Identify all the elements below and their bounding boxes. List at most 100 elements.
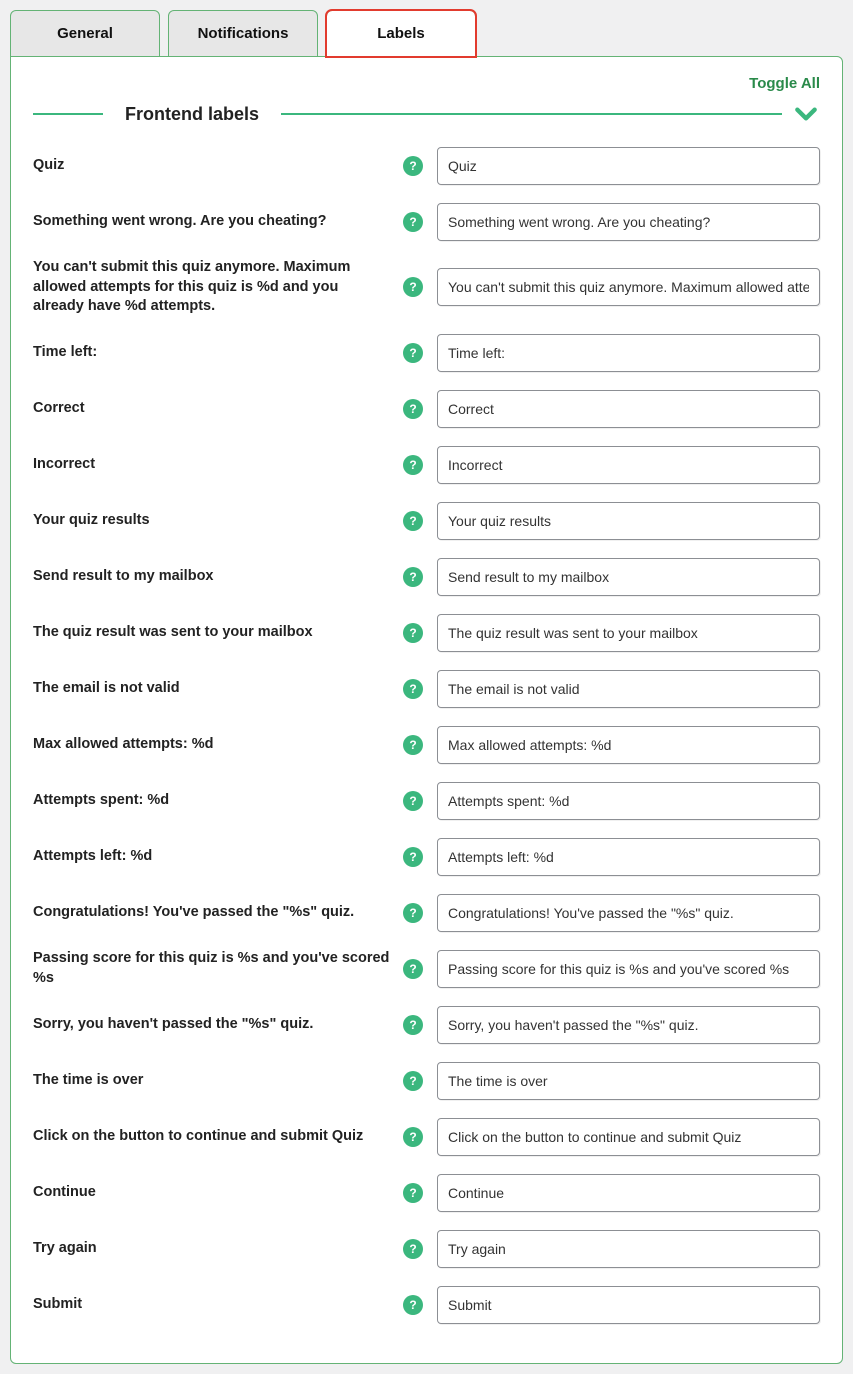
label-input[interactable] bbox=[437, 446, 820, 484]
help-icon[interactable]: ? bbox=[403, 735, 423, 755]
divider-right bbox=[281, 113, 782, 115]
label-row: You can't submit this quiz anymore. Maxi… bbox=[33, 258, 820, 317]
label-text: Passing score for this quiz is %s and yo… bbox=[33, 949, 393, 988]
label-row: Try again? bbox=[33, 1229, 820, 1269]
labels-list: Quiz? Something went wrong. Are you cheat… bbox=[33, 146, 820, 1325]
label-input-wrap bbox=[437, 670, 820, 708]
label-input[interactable] bbox=[437, 950, 820, 988]
label-input[interactable] bbox=[437, 1118, 820, 1156]
label-input-wrap bbox=[437, 1286, 820, 1324]
label-row: Incorrect? bbox=[33, 445, 820, 485]
label-text: Send result to my mailbox bbox=[33, 567, 393, 587]
label-input-wrap bbox=[437, 1062, 820, 1100]
label-text: Something went wrong. Are you cheating? bbox=[33, 212, 393, 232]
label-input-wrap bbox=[437, 558, 820, 596]
help-icon[interactable]: ? bbox=[403, 1015, 423, 1035]
label-text: Submit bbox=[33, 1295, 393, 1315]
tab-labels[interactable]: Labels bbox=[326, 10, 476, 57]
divider-left bbox=[33, 113, 103, 115]
label-text: Attempts spent: %d bbox=[33, 791, 393, 811]
label-text: Try again bbox=[33, 1239, 393, 1259]
label-input-wrap bbox=[437, 1230, 820, 1268]
help-icon[interactable]: ? bbox=[403, 1239, 423, 1259]
label-input[interactable] bbox=[437, 1062, 820, 1100]
label-input[interactable] bbox=[437, 726, 820, 764]
section-header: Frontend labels bbox=[33, 100, 820, 128]
label-input[interactable] bbox=[437, 1174, 820, 1212]
label-text: Quiz bbox=[33, 156, 393, 176]
label-text: Continue bbox=[33, 1183, 393, 1203]
label-row: Submit? bbox=[33, 1285, 820, 1325]
label-input[interactable] bbox=[437, 558, 820, 596]
label-input-wrap bbox=[437, 1174, 820, 1212]
help-icon[interactable]: ? bbox=[403, 959, 423, 979]
label-row: Attempts spent: %d? bbox=[33, 781, 820, 821]
label-input[interactable] bbox=[437, 1006, 820, 1044]
label-input[interactable] bbox=[437, 1230, 820, 1268]
label-input-wrap bbox=[437, 147, 820, 185]
label-input[interactable] bbox=[437, 203, 820, 241]
label-row: Time left:? bbox=[33, 333, 820, 373]
label-row: Sorry, you haven't passed the "%s" quiz.… bbox=[33, 1005, 820, 1045]
help-icon[interactable]: ? bbox=[403, 212, 423, 232]
chevron-down-icon bbox=[793, 101, 819, 127]
label-row: Passing score for this quiz is %s and yo… bbox=[33, 949, 820, 989]
section-title: Frontend labels bbox=[103, 104, 281, 125]
help-icon[interactable]: ? bbox=[403, 623, 423, 643]
help-icon[interactable]: ? bbox=[403, 343, 423, 363]
help-icon[interactable]: ? bbox=[403, 1071, 423, 1091]
label-row: Max allowed attempts: %d? bbox=[33, 725, 820, 765]
label-input-wrap bbox=[437, 334, 820, 372]
section-toggle[interactable] bbox=[792, 100, 820, 128]
label-text: Max allowed attempts: %d bbox=[33, 735, 393, 755]
label-text: Click on the button to continue and subm… bbox=[33, 1127, 393, 1147]
help-icon[interactable]: ? bbox=[403, 679, 423, 699]
label-row: Click on the button to continue and subm… bbox=[33, 1117, 820, 1157]
help-icon[interactable]: ? bbox=[403, 156, 423, 176]
label-text: Time left: bbox=[33, 343, 393, 363]
help-icon[interactable]: ? bbox=[403, 567, 423, 587]
label-text: Your quiz results bbox=[33, 511, 393, 531]
label-input[interactable] bbox=[437, 894, 820, 932]
toggle-all-button[interactable]: Toggle All bbox=[33, 71, 820, 96]
label-row: Your quiz results? bbox=[33, 501, 820, 541]
help-icon[interactable]: ? bbox=[403, 399, 423, 419]
label-input-wrap bbox=[437, 502, 820, 540]
help-icon[interactable]: ? bbox=[403, 1127, 423, 1147]
label-input[interactable] bbox=[437, 782, 820, 820]
label-input[interactable] bbox=[437, 334, 820, 372]
label-row: Congratulations! You've passed the "%s" … bbox=[33, 893, 820, 933]
label-input-wrap bbox=[437, 1006, 820, 1044]
label-text: The quiz result was sent to your mailbox bbox=[33, 623, 393, 643]
label-input[interactable] bbox=[437, 1286, 820, 1324]
help-icon[interactable]: ? bbox=[403, 277, 423, 297]
label-text: The time is over bbox=[33, 1071, 393, 1091]
label-input-wrap bbox=[437, 838, 820, 876]
label-text: Sorry, you haven't passed the "%s" quiz. bbox=[33, 1015, 393, 1035]
label-input-wrap bbox=[437, 1118, 820, 1156]
label-input[interactable] bbox=[437, 268, 820, 306]
tabs-bar: General Notifications Labels bbox=[10, 10, 843, 56]
help-icon[interactable]: ? bbox=[403, 847, 423, 867]
tab-general[interactable]: General bbox=[10, 10, 160, 57]
tab-notifications[interactable]: Notifications bbox=[168, 10, 318, 57]
label-row: The quiz result was sent to your mailbox… bbox=[33, 613, 820, 653]
label-row: Continue? bbox=[33, 1173, 820, 1213]
label-text: Incorrect bbox=[33, 455, 393, 475]
label-input[interactable] bbox=[437, 390, 820, 428]
label-row: The time is over? bbox=[33, 1061, 820, 1101]
label-input[interactable] bbox=[437, 502, 820, 540]
label-input[interactable] bbox=[437, 614, 820, 652]
help-icon[interactable]: ? bbox=[403, 903, 423, 923]
help-icon[interactable]: ? bbox=[403, 1183, 423, 1203]
help-icon[interactable]: ? bbox=[403, 1295, 423, 1315]
label-text: The email is not valid bbox=[33, 679, 393, 699]
label-input[interactable] bbox=[437, 838, 820, 876]
label-input[interactable] bbox=[437, 670, 820, 708]
help-icon[interactable]: ? bbox=[403, 791, 423, 811]
label-input[interactable] bbox=[437, 147, 820, 185]
tab-panel-labels: Toggle All Frontend labels Quiz? Somethin… bbox=[10, 56, 843, 1364]
help-icon[interactable]: ? bbox=[403, 455, 423, 475]
label-row: Correct? bbox=[33, 389, 820, 429]
help-icon[interactable]: ? bbox=[403, 511, 423, 531]
